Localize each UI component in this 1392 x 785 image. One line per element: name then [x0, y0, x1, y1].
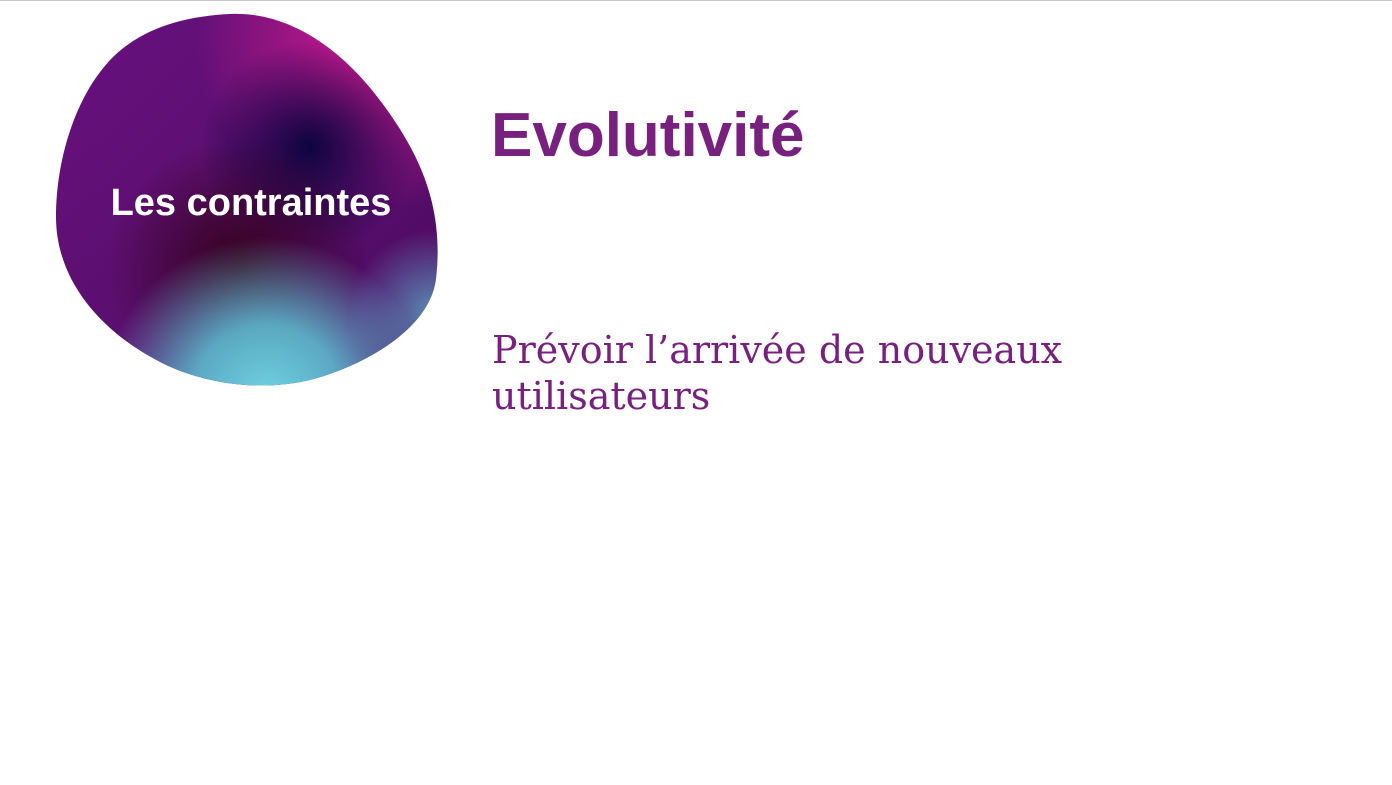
slide-title: Evolutivité	[491, 101, 805, 170]
section-badge-label: Les contraintes	[110, 182, 392, 224]
slide-body-text: Prévoir l’arrivée de nouveaux utilisateu…	[492, 328, 1063, 418]
slide: Les contraintes Evolutivité Prévoir l’ar…	[0, 0, 1392, 785]
